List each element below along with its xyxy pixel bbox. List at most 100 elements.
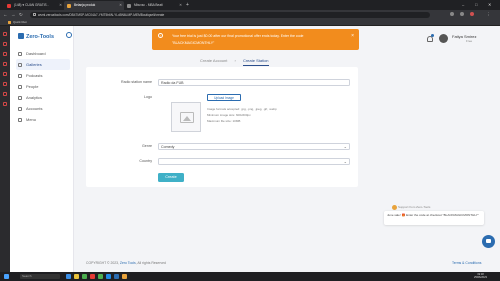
browser-tabbar: (148) ♥ CUAN GRATIS - ✕ Belanja produk ✕… <box>0 0 500 10</box>
collapse-icon[interactable] <box>66 32 72 38</box>
new-tab-icon[interactable]: + <box>186 0 189 10</box>
close-window-icon[interactable]: ✕ <box>488 0 491 10</box>
profile-icon[interactable] <box>470 12 474 16</box>
genre-select[interactable]: Comedy ⌄ <box>158 143 350 150</box>
create-station-form: Radio station name Radio da FUB Logo Upl… <box>86 67 358 187</box>
avatar[interactable] <box>439 34 448 43</box>
chat-preview[interactable]: Support from Zero-Tools June sale! 🎁 Ent… <box>370 199 500 229</box>
browser-tab-3[interactable]: Mbuvsc - MBA Beati ✕ <box>124 1 184 10</box>
close-icon[interactable]: ✕ <box>179 1 182 10</box>
close-icon[interactable]: ✕ <box>119 1 122 10</box>
analytics-icon <box>18 95 22 100</box>
name-label: Radio station name <box>121 80 152 84</box>
sidebar-app-icon[interactable] <box>3 92 7 96</box>
hint-max-size: Maximum file size: 10MB <box>207 119 241 123</box>
sidebar-item-analytics[interactable]: Analytics <box>16 92 70 103</box>
windows-start-icon[interactable] <box>4 274 9 279</box>
close-icon[interactable]: ✕ <box>59 1 62 10</box>
extension-icon[interactable] <box>460 12 464 16</box>
browser-sidebar <box>0 26 10 272</box>
chat-bubble-icon[interactable] <box>482 235 495 248</box>
sidebar-item-label: People <box>26 84 39 89</box>
minimize-icon[interactable]: – <box>462 0 464 10</box>
tab-title: Belanja produk <box>74 3 96 7</box>
create-button[interactable]: Create <box>158 173 184 182</box>
chevron-down-icon: ⌄ <box>343 144 347 149</box>
genre-value: Comedy <box>161 145 175 149</box>
lock-icon <box>33 13 36 16</box>
sidebar-app-icon[interactable] <box>3 42 7 46</box>
bookmarks-bar: Quick Run <box>0 19 500 26</box>
genre-label: Genre <box>142 144 152 148</box>
sidebar-item-label: Galleries <box>26 62 42 67</box>
hint-min-size: Minimum image size: 600x600px <box>207 113 251 117</box>
sidebar-item-label: Menu <box>26 117 37 122</box>
menu-dots-icon[interactable]: ⋮ <box>486 10 491 19</box>
brand-logo[interactable]: Zero-Tools <box>18 33 54 40</box>
terms-link[interactable]: Terms & Conditions <box>452 261 481 265</box>
browser-tab-2[interactable]: Belanja produk ✕ <box>64 1 124 10</box>
app-icon[interactable] <box>114 274 119 279</box>
avatar <box>392 205 397 210</box>
people-icon <box>18 84 22 89</box>
sidebar-item-menu[interactable]: Menu <box>16 114 70 125</box>
sidebar-app-icon[interactable] <box>3 72 7 76</box>
accounts-icon <box>18 106 22 111</box>
brand-link[interactable]: Zero Tools <box>120 261 136 265</box>
logo-preview <box>171 102 201 132</box>
app-icon[interactable] <box>66 274 71 279</box>
chevron-right-icon: › <box>234 58 236 63</box>
station-name-input[interactable]: Radio da FUB <box>158 79 350 86</box>
sidebar-app-icon[interactable] <box>3 102 7 106</box>
step-create-account[interactable]: Create Account <box>200 58 227 63</box>
file-explorer-icon[interactable] <box>74 274 79 279</box>
extension-icon[interactable] <box>450 12 454 16</box>
app-icon[interactable] <box>90 274 95 279</box>
footer: COPYRIGHT © 2023, Zero Tools, All rights… <box>86 261 166 265</box>
sidebar-item-dashboard[interactable]: Dashboard <box>16 48 70 59</box>
url-input[interactable]: wsml.zeroaitools.com/DB47MSP-MC04A7-YMT5… <box>30 11 430 18</box>
forward-icon[interactable]: → <box>11 10 16 19</box>
gallery-icon <box>18 62 22 67</box>
notification-badge <box>431 34 434 37</box>
sidebar-item-people[interactable]: People <box>16 81 70 92</box>
promo-alert: ! Your free trial is just $0.00 after ou… <box>152 29 359 50</box>
user-name[interactable]: Fatiya Smirez <box>452 34 476 39</box>
country-label: Country <box>139 159 152 163</box>
logo-icon <box>18 33 24 39</box>
app-icon[interactable] <box>122 274 127 279</box>
alert-code: "BLACKMAGICMONTHLY" <box>172 41 215 45</box>
sidebar-app-icon[interactable] <box>3 62 7 66</box>
browser-tab-1[interactable]: (148) ♥ CUAN GRATIS - ✕ <box>4 1 64 10</box>
sidebar-app-icon[interactable] <box>3 82 7 86</box>
sidebar-item-label: Dashboard <box>26 51 46 56</box>
rights-text: , All rights Reserved <box>135 261 166 265</box>
youtube-icon <box>7 3 11 8</box>
reload-icon[interactable]: ↻ <box>19 10 23 19</box>
sidebar-item-podcasts[interactable]: Podcasts <box>16 70 70 81</box>
step-create-station[interactable]: Create Station <box>242 58 269 66</box>
copyright-text: COPYRIGHT © 2023, <box>86 261 119 265</box>
tab-title: Mbuvsc - MBA Beati <box>134 3 163 7</box>
tab-title: (148) ♥ CUAN GRATIS - <box>14 3 49 7</box>
address-bar: ← → ↻ wsml.zeroaitools.com/DB47MSP-MC04A… <box>0 10 500 19</box>
image-placeholder-icon <box>180 112 194 123</box>
close-icon[interactable]: × <box>351 33 354 39</box>
upload-image-button[interactable]: Upload Image <box>207 94 241 101</box>
sidebar-item-label: Podcasts <box>26 73 43 78</box>
sidebar-menu: Dashboard Galleries Podcasts People Anal… <box>16 48 70 125</box>
app-icon[interactable] <box>106 274 111 279</box>
sidebar-app-icon[interactable] <box>3 32 7 36</box>
chrome-icon[interactable] <box>98 274 103 279</box>
clock[interactable]: 19:18 25/06/2023 <box>474 273 487 280</box>
sidebar-app-icon[interactable] <box>3 52 7 56</box>
bookmark-item[interactable]: Quick Run <box>8 19 27 26</box>
maximize-icon[interactable]: □ <box>475 0 477 10</box>
back-icon[interactable]: ← <box>3 10 8 19</box>
site-icon <box>127 3 131 8</box>
taskbar-search[interactable]: Search <box>20 274 60 279</box>
sidebar-item-accounts[interactable]: Accounts <box>16 103 70 114</box>
sidebar-item-galleries[interactable]: Galleries <box>16 59 70 70</box>
app-icon[interactable] <box>82 274 87 279</box>
country-select[interactable]: ⌄ <box>158 158 350 165</box>
